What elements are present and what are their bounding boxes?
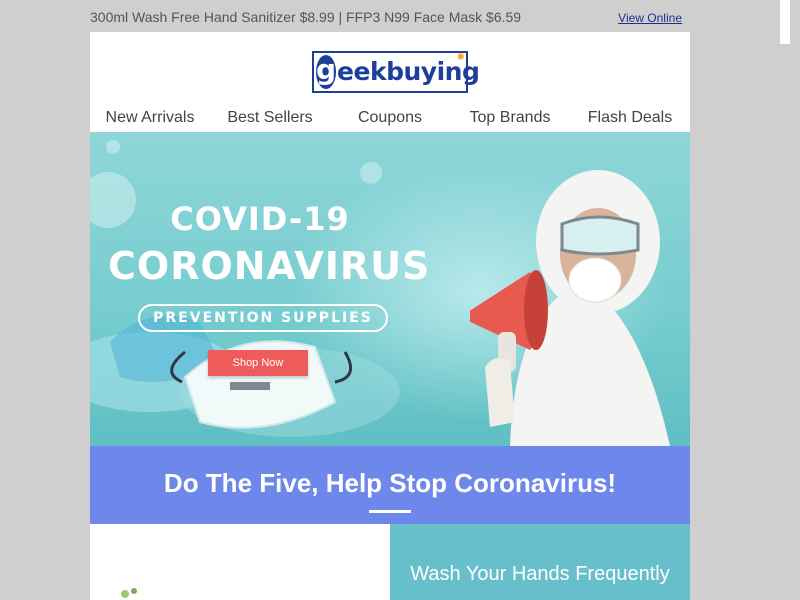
section-title: Do The Five, Help Stop Coronavirus! <box>163 468 617 498</box>
hero-title-line1: COVID-19 <box>170 200 350 238</box>
hazmat-person-image <box>470 170 670 446</box>
window-edge <box>780 0 790 44</box>
tip-image <box>90 524 390 600</box>
preheader-promo-text: 300ml Wash Free Hand Sanitizer $8.99 | F… <box>90 9 522 25</box>
view-online-link[interactable]: View Online <box>618 11 682 25</box>
hero-title-line2: CORONAVIRUS <box>108 244 431 288</box>
nav-best-sellers[interactable]: Best Sellers <box>210 104 330 132</box>
logo-g-mark: g <box>316 55 337 89</box>
section-header: Do The Five, Help Stop Coronavirus! <box>90 446 690 524</box>
nav-coupons[interactable]: Coupons <box>330 104 450 132</box>
geekbuying-logo[interactable]: g eekbuying ✺ <box>312 51 480 93</box>
plant-image <box>121 588 137 598</box>
section-underline <box>369 510 411 513</box>
tip-wash-hands: Wash Your Hands Frequently <box>410 563 670 585</box>
tip-panel: Wash Your Hands Frequently <box>390 524 690 600</box>
hero-subtitle: PREVENTION SUPPLIES <box>138 304 388 332</box>
main-nav: New Arrivals Best Sellers Coupons Top Br… <box>90 104 690 132</box>
email-page: 300ml Wash Free Hand Sanitizer $8.99 | F… <box>0 0 800 600</box>
email-body: g eekbuying ✺ New Arrivals Best Sellers … <box>90 32 690 600</box>
preheader: 300ml Wash Free Hand Sanitizer $8.99 | F… <box>90 0 690 32</box>
nav-top-brands[interactable]: Top Brands <box>450 104 570 132</box>
sun-icon: ✺ <box>456 52 465 63</box>
virus-icon <box>360 162 382 184</box>
nav-flash-deals[interactable]: Flash Deals <box>570 104 690 132</box>
shop-now-button[interactable]: Shop Now <box>208 350 308 376</box>
hero-banner[interactable]: COVID-19 CORONAVIRUS PREVENTION SUPPLIES… <box>90 132 690 446</box>
nav-new-arrivals[interactable]: New Arrivals <box>90 104 210 132</box>
virus-icon <box>106 140 120 154</box>
